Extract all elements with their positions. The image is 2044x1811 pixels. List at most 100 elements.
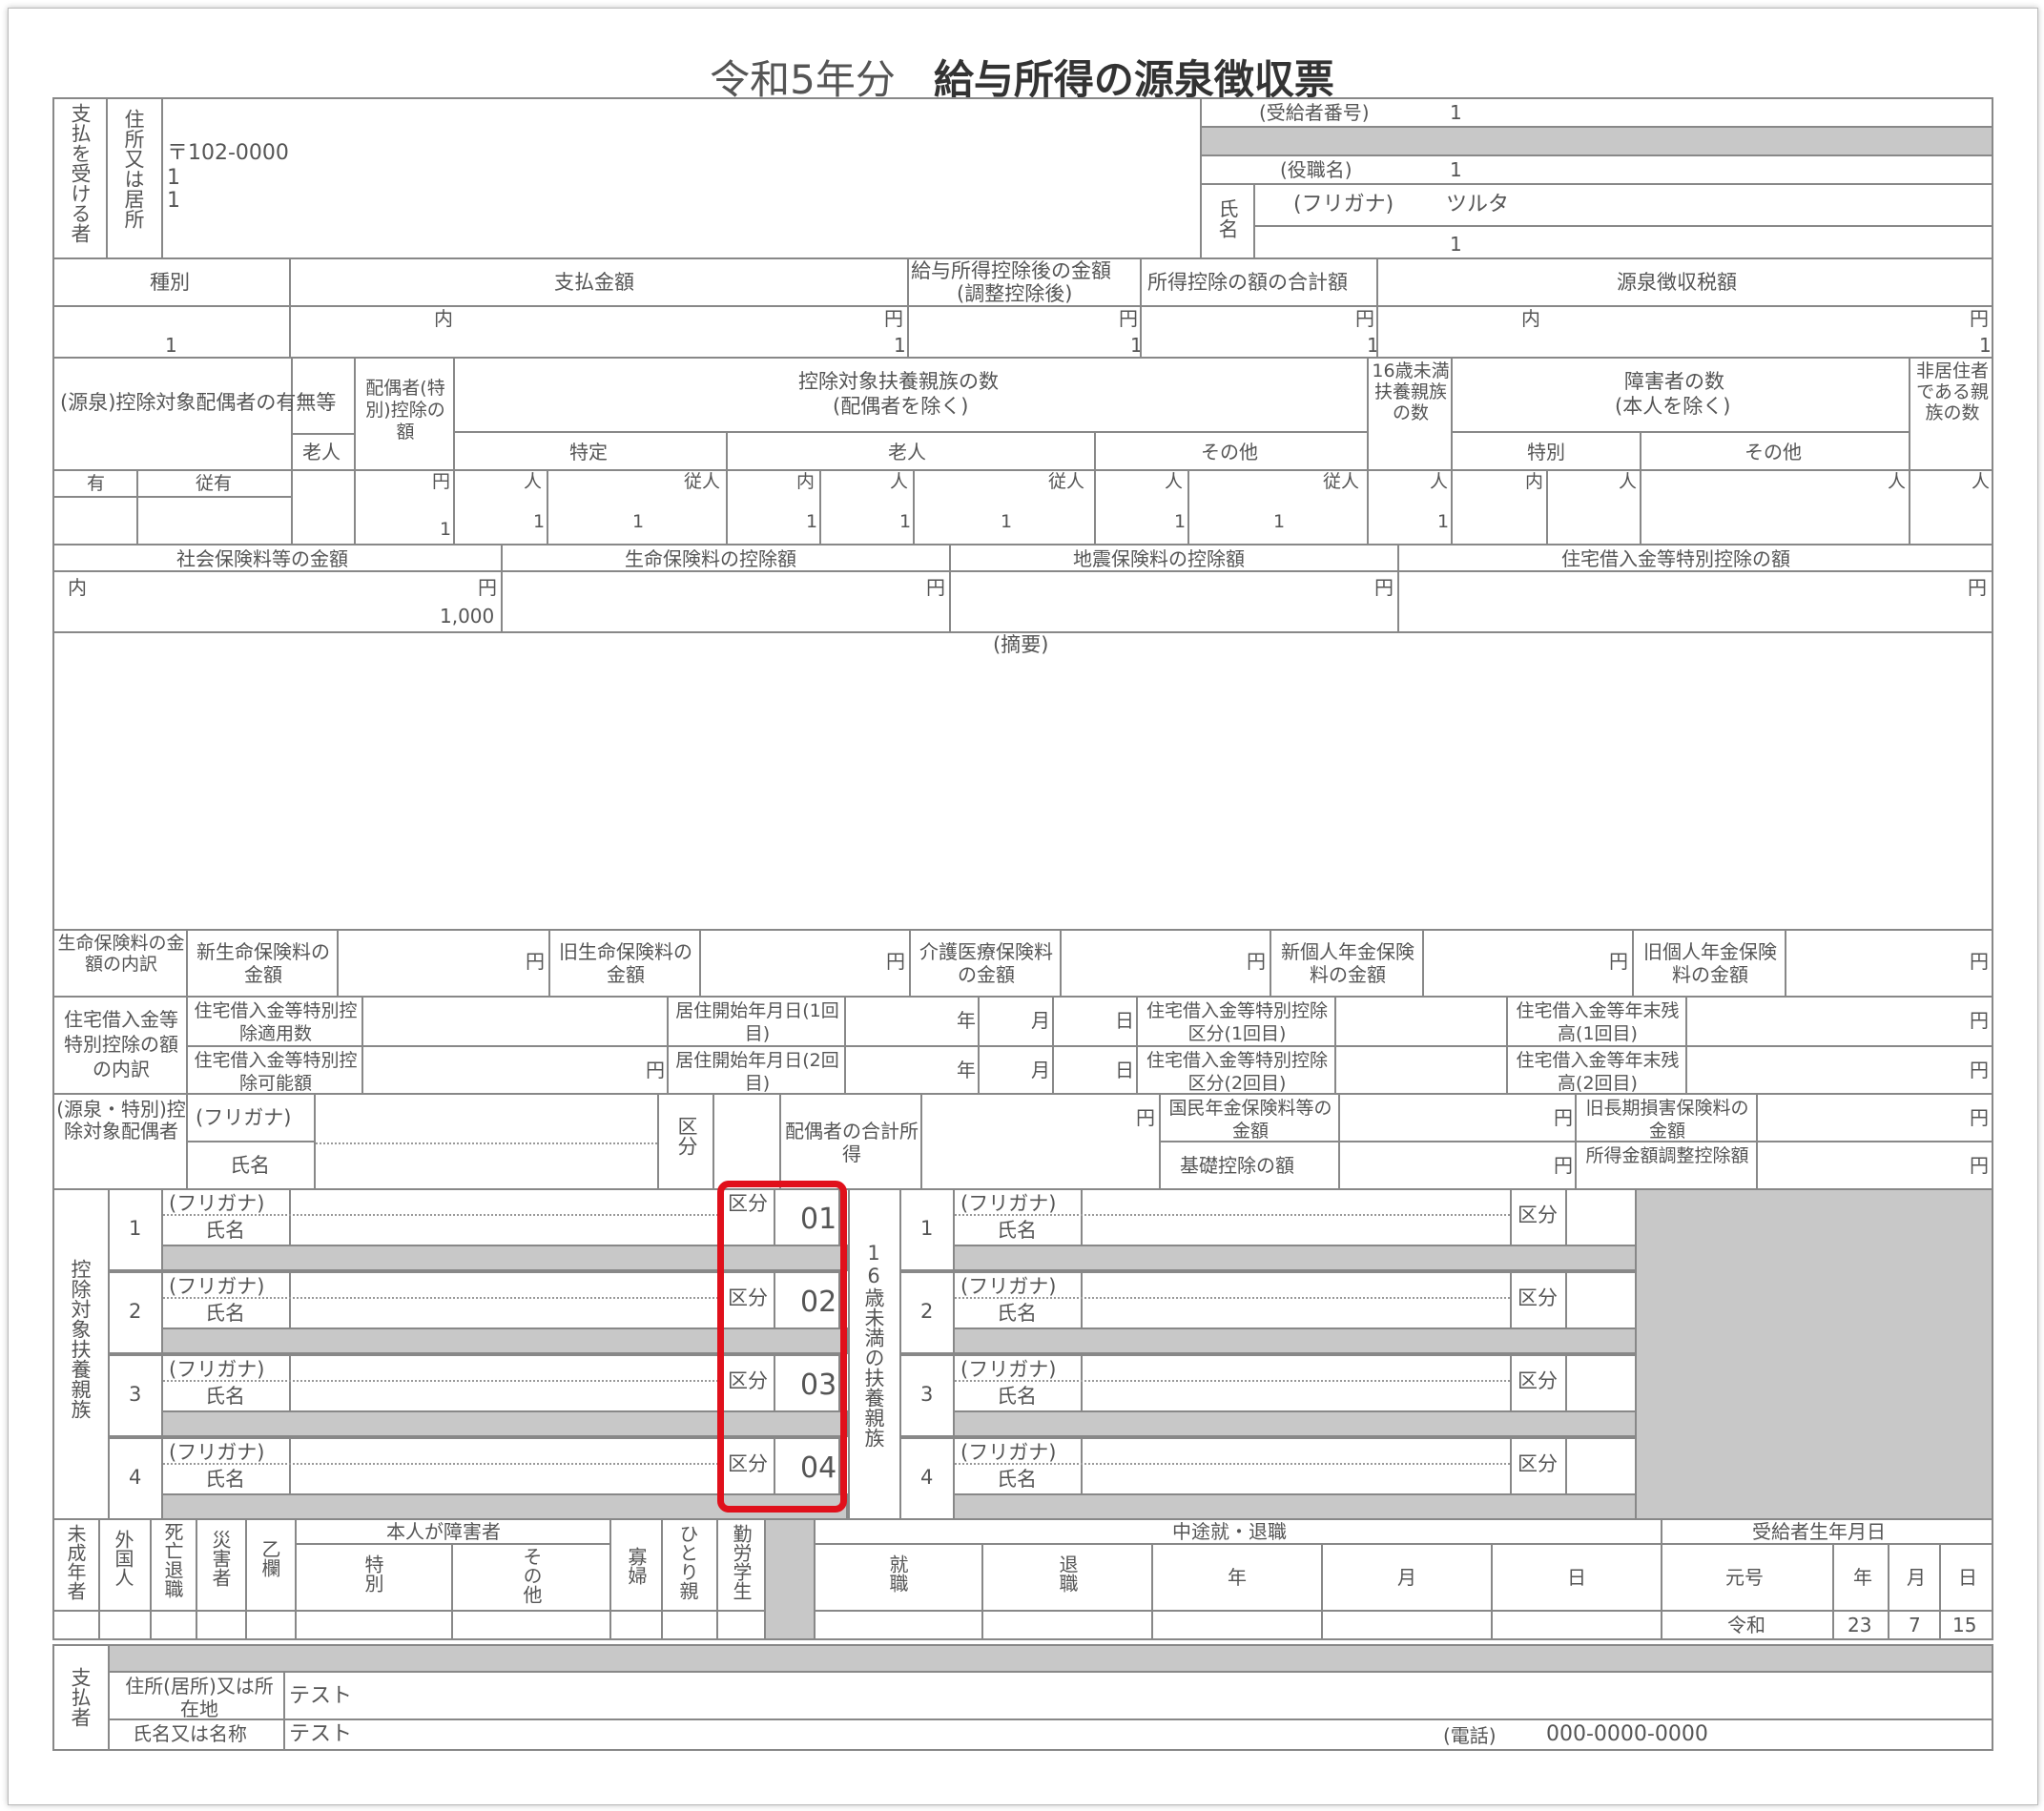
hire-cell: 就職 [814,1543,983,1612]
tokutei-value: 1 [533,511,546,532]
u16-row-number-cell: 2 [899,1271,955,1354]
disabled-sub: (本人を除く) [1615,395,1731,418]
blank-cell [291,469,356,545]
tax-label: 源泉徴収税額 [1617,271,1737,294]
new-pension-value: 円 [1422,929,1634,998]
u16-row-number: 2 [920,1300,934,1323]
rojin-uchi-value: 1 [806,511,818,532]
life-header: 生命保険料の控除額 [501,544,951,572]
housing-detail-label: 住宅借入金等特別控除の額の内訳 [64,1008,178,1080]
disabled-special-label: 特別 [1527,441,1565,463]
u16-row-kubun-label: 区分 [1518,1204,1558,1226]
u16-row-number: 4 [920,1466,934,1489]
minor-label: 未成年者 [64,1524,87,1600]
quake-label: 地震保険料の控除額 [1073,547,1245,570]
old-pension-label-cell: 旧個人年金保険料の金額 [1632,929,1786,998]
rojin-value: 1 [899,511,912,532]
u16-row-name-label: 氏名 [997,1302,1037,1325]
foreign-cell: 外国人 [98,1518,152,1612]
hire-label: 就職 [886,1554,909,1593]
old-life-label: 旧生命保険料の金額 [559,940,692,986]
dep-row-name-value [289,1188,724,1246]
summary-cell: (摘要) [52,631,1993,931]
dep-row-label-cell: (フリガナ) 氏名 [161,1271,291,1329]
deduct-header: 所得控除の額の合計額 [1140,257,1378,307]
student-cell: 勤労学生 [716,1518,766,1612]
pension-label: 国民年金保険料等の金額 [1168,1098,1332,1142]
type-header: 種別 [52,257,291,307]
other-ju-cell: 従人 1 [1187,469,1369,545]
rojin-ju-cell: 従人 1 [913,469,1096,545]
status-value-cell [716,1610,766,1640]
payer-grey-band [108,1644,1993,1673]
spouse-name-value [314,1093,659,1190]
disabled-uchi-cell: 内 [1451,469,1548,545]
spouse-dotted-line [316,1142,657,1144]
retire-cell: 退職 [981,1543,1153,1612]
u16-row-label-cell: (フリガナ) 氏名 [953,1354,1083,1412]
under16-value: 1 [1437,511,1450,532]
dep-row-label-cell: (フリガナ) 氏名 [161,1188,291,1246]
kubun1-label: 住宅借入金等特別控除区分(1回目) [1146,1000,1328,1044]
u16-row-kubun-label: 区分 [1518,1286,1558,1309]
disabled-special-status: 特別 [295,1543,453,1612]
social-value: 1,000 [440,605,495,628]
social-value-cell: 内 円 1,000 [52,570,503,633]
single-cell: ひとり親 [661,1518,718,1612]
dotted-line [163,1463,722,1465]
under16-nin: 人 [1430,471,1449,492]
new-pension-yen: 円 [1609,950,1628,973]
amount-label: 支払金額 [554,271,634,294]
new-life-label-cell: 新生命保険料の金額 [186,929,339,998]
tokutei-nin: 人 [524,471,543,492]
u16-row-kubun-value [1565,1354,1637,1412]
spouse-deduct-value-cell: 円 1 [354,469,455,545]
dep-row-number: 2 [129,1300,142,1323]
blank-cell [52,496,138,545]
u16-row-furigana-label: (フリガナ) [960,1275,1057,1298]
payer-phone: 000-0000-0000 [1546,1722,1708,1746]
dep-header: 控除対象扶養親族の数 (配偶者を除く) [453,357,1369,433]
u16-row-number-cell: 3 [899,1354,955,1437]
otsu-label: 乙欄 [258,1539,281,1577]
old-life-label-cell: 旧生命保険料の金額 [548,929,701,998]
social-yen: 円 [478,576,497,599]
payer-name-label-cell: 氏名又は名称 [108,1718,285,1751]
start2-month: 月 [978,1045,1054,1095]
disabled-header: 障害者の数 (本人を除く) [1451,357,1910,433]
nonres-val-cell: 人 [1909,469,1993,545]
disabled-other-status: その他 [451,1543,611,1612]
mid-month-label: 月 [1397,1566,1416,1589]
start2-day: 日 [1052,1045,1138,1095]
postal-code: 〒102-0000 [167,141,289,165]
address-cell: 〒102-0000 1 1 [161,97,1202,259]
spouse-deduct-label: 配偶者(特別)控除の額 [365,378,445,442]
care-label: 介護医療保険料の金額 [919,940,1053,986]
type-value: 1 [165,334,177,357]
start1-nichi: 日 [1115,1009,1134,1032]
amount-value-cell: 内 円 1 [289,305,909,359]
other-label: その他 [1201,441,1258,463]
old-life-yen: 円 [886,950,905,973]
spouse-kubun-value [712,1093,781,1190]
payer-name-cell: テスト (電話) 000-0000-0000 [283,1718,1993,1751]
u16-row-kubun-value [1565,1188,1637,1246]
status-value-cell [196,1610,247,1640]
birth-header: 受給者生年月日 [1661,1518,1993,1545]
under16-list-label-cell: 16歳未満の扶養親族 [848,1188,901,1520]
life-detail-label: 生命保険料の金額の内訳 [57,933,185,975]
start2-nichi: 日 [1115,1059,1134,1081]
status-value-cell [1321,1610,1493,1640]
furigana-value: ツルタ [1446,193,1510,216]
balance1-label: 住宅借入金等年末残高(1回目) [1516,1000,1680,1044]
life-detail-label-cell: 生命保険料の金額の内訳 [52,929,188,998]
blank-cell [136,496,293,545]
name-label: 氏名 [1216,198,1239,238]
dep-row-number-cell: 2 [108,1271,163,1354]
housing-possible-value: 円 [361,1045,669,1095]
highlight-box [717,1181,847,1513]
tokutei-ju-value: 1 [632,511,645,532]
dep-row-furigana-label: (フリガナ) [169,1358,265,1381]
after-sub: (調整控除後) [957,282,1073,305]
spouse-kubun-label: 区分 [675,1116,698,1156]
